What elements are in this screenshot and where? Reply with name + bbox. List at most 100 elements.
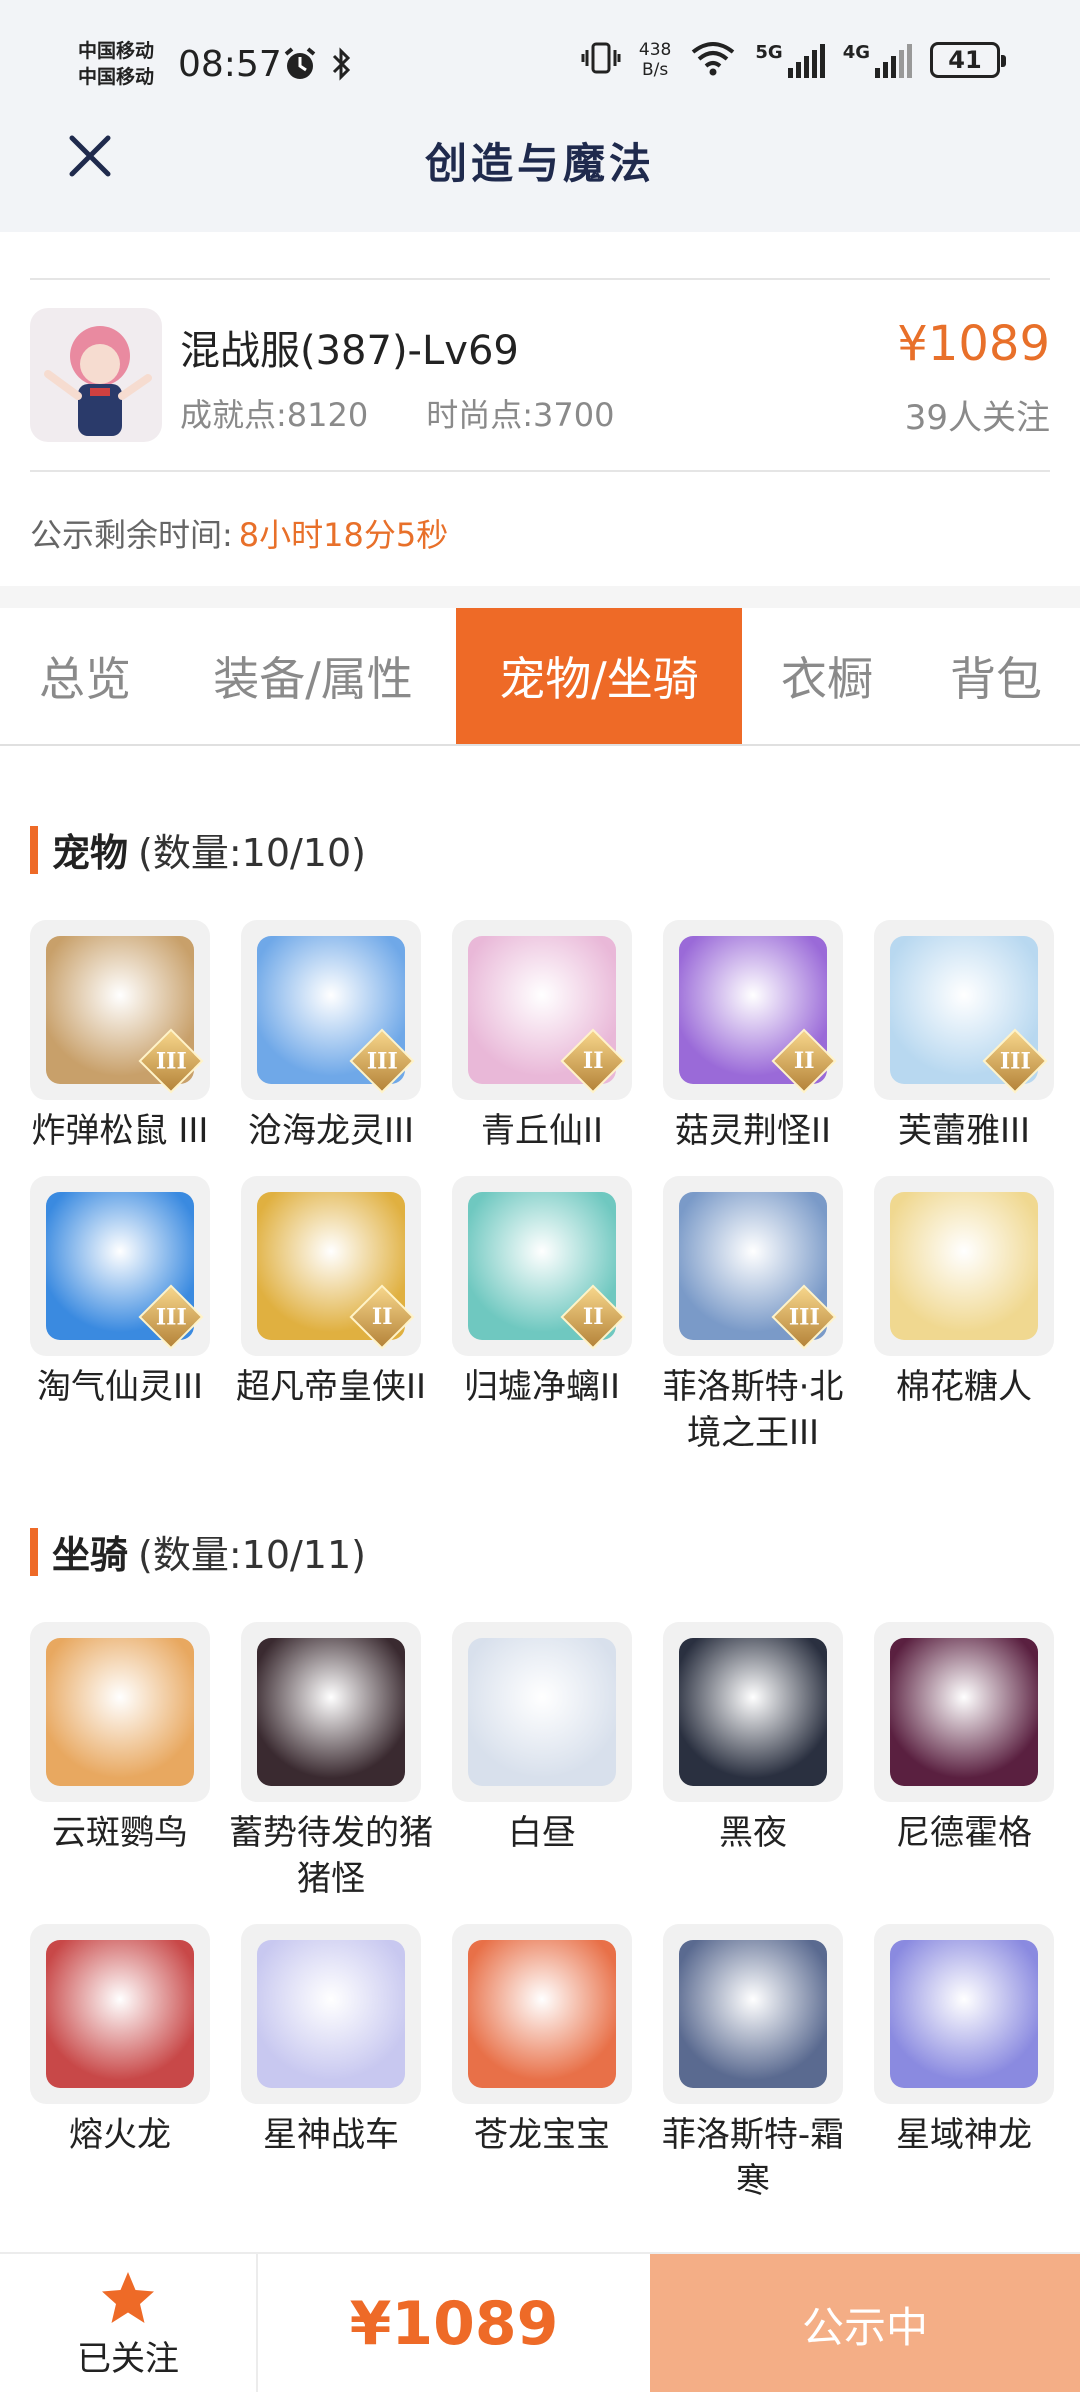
pets-thumbnail[interactable]: III <box>663 1176 843 1356</box>
pets-item[interactable]: III 沧海龙灵III <box>241 920 421 1154</box>
pets-item[interactable]: III 炸弹松鼠 III <box>30 920 210 1154</box>
page-title: 创造与魔法 <box>424 139 655 188</box>
tab-overview[interactable]: 总览 <box>0 608 170 744</box>
battery-indicator: 41 <box>930 42 1006 78</box>
pets-image <box>890 1192 1038 1340</box>
mounts-item[interactable]: 蓄势待发的猪猪怪 <box>229 1622 433 1902</box>
pets-thumbnail[interactable]: II <box>452 1176 632 1356</box>
mounts-thumbnail[interactable] <box>30 1924 210 2104</box>
tier-badge-label: II <box>793 1048 815 1074</box>
pets-thumbnail[interactable]: II <box>241 1176 421 1356</box>
mounts-item[interactable]: 菲洛斯特-霜寒 <box>662 1924 844 2204</box>
mounts-grid: 云斑鹦鸟 蓄势待发的猪猪怪 白昼 黑夜 尼德霍格熔火龙 星神战车 苍龙宝宝 菲洛斯特-霜寒 星域… <box>30 1622 1054 2204</box>
tab-backpack[interactable]: 背包 <box>912 608 1080 744</box>
pets-item[interactable]: III 芙蕾雅III <box>874 920 1054 1154</box>
mounts-thumbnail[interactable] <box>452 1622 632 1802</box>
mounts-thumbnail[interactable] <box>663 1924 843 2104</box>
mounts-item[interactable]: 云斑鹦鸟 <box>30 1622 210 1902</box>
pets-thumbnail[interactable]: II <box>452 920 632 1100</box>
pets-name: 菲洛斯特·北境之王III <box>662 1367 844 1453</box>
mounts-name: 熔火龙 <box>69 2115 171 2155</box>
publicity-status-button[interactable]: 公示中 <box>650 2254 1080 2392</box>
mounts-thumbnail[interactable] <box>874 1924 1054 2104</box>
mounts-item[interactable]: 星神战车 <box>241 1924 421 2204</box>
pets-name: 炸弹松鼠 III <box>31 1111 209 1151</box>
pets-thumbnail[interactable]: III <box>874 920 1054 1100</box>
tier-badge-label: II <box>582 1048 604 1074</box>
mounts-thumbnail[interactable] <box>30 1622 210 1802</box>
mounts-name: 尼德霍格 <box>896 1813 1032 1853</box>
mounts-image <box>890 1638 1038 1786</box>
mounts-image <box>468 1638 616 1786</box>
mounts-count: (数量:10/11) <box>138 1533 366 1577</box>
net-speed-unit: B/s <box>642 60 669 80</box>
pets-name: 沧海龙灵III <box>247 1111 415 1151</box>
account-title: 混战服(387)-Lv69 <box>180 328 519 374</box>
pets-item[interactable]: II 超凡帝皇侠II <box>236 1176 426 1456</box>
account-avatar[interactable] <box>30 308 162 442</box>
pets-count: (数量:10/10) <box>138 831 366 875</box>
mounts-image <box>257 1638 405 1786</box>
pets-name: 棉花糖人 <box>896 1367 1032 1407</box>
countdown-value: 8小时18分5秒 <box>238 516 449 554</box>
alarm-icon <box>282 46 318 90</box>
pets-item[interactable]: 棉花糖人 <box>874 1176 1054 1456</box>
bottom-price: ¥1089 <box>349 2289 559 2359</box>
pets-grid: III 炸弹松鼠 III III 沧海龙灵III II 青丘仙II II 菇灵荆怪II III 芙… <box>30 920 1054 1456</box>
tab-wardrobe[interactable]: 衣橱 <box>742 608 912 744</box>
pets-name: 淘气仙灵III <box>36 1367 204 1407</box>
pets-thumbnail[interactable] <box>874 1176 1054 1356</box>
mounts-thumbnail[interactable] <box>452 1924 632 2104</box>
follow-button[interactable]: 已关注 <box>0 2254 258 2392</box>
pets-item[interactable]: II 菇灵荆怪II <box>663 920 843 1154</box>
mounts-name: 星域神龙 <box>896 2115 1032 2155</box>
battery-level: 41 <box>948 46 982 74</box>
mounts-name: 星神战车 <box>263 2115 399 2155</box>
follower-count: 39人关注 <box>904 398 1050 438</box>
tier-badge-label: III <box>788 1304 820 1330</box>
mounts-name: 白昼 <box>508 1813 576 1853</box>
pets-thumbnail[interactable]: III <box>241 920 421 1100</box>
mounts-item[interactable]: 星域神龙 <box>874 1924 1054 2204</box>
signal-4g-label: 4G <box>842 42 870 63</box>
carrier-info: 中国移动 中国移动 <box>78 38 154 90</box>
mounts-item[interactable]: 尼德霍格 <box>874 1622 1054 1902</box>
mounts-thumbnail[interactable] <box>663 1622 843 1802</box>
mounts-thumbnail[interactable] <box>874 1622 1054 1802</box>
countdown-label: 公示剩余时间: <box>30 516 233 554</box>
mounts-item[interactable]: 苍龙宝宝 <box>452 1924 632 2204</box>
net-speed: 438 B/s <box>639 40 671 80</box>
mounts-thumbnail[interactable] <box>241 1622 421 1802</box>
section-accent-bar <box>30 825 38 874</box>
mounts-item[interactable]: 熔火龙 <box>30 1924 210 2204</box>
tab-equipment[interactable]: 装备/属性 <box>170 608 456 744</box>
mounts-thumbnail[interactable] <box>241 1924 421 2104</box>
pets-thumbnail[interactable]: II <box>663 920 843 1100</box>
mounts-name: 菲洛斯特-霜寒 <box>661 2115 845 2201</box>
follow-label: 已关注 <box>77 2338 179 2379</box>
pets-item[interactable]: III 淘气仙灵III <box>30 1176 210 1456</box>
mounts-image <box>46 1638 194 1786</box>
mounts-image <box>679 1638 827 1786</box>
pets-thumbnail[interactable]: III <box>30 1176 210 1356</box>
mounts-item[interactable]: 黑夜 <box>663 1622 843 1902</box>
status-icons-left <box>282 46 354 90</box>
carrier-2: 中国移动 <box>78 66 155 88</box>
tab-pets-mounts[interactable]: 宠物/坐骑 <box>456 608 742 744</box>
pets-item[interactable]: III 菲洛斯特·北境之王III <box>663 1176 843 1456</box>
tier-badge-label: II <box>582 1304 604 1330</box>
pets-thumbnail[interactable]: III <box>30 920 210 1100</box>
pets-name: 归墟净螭II <box>463 1367 621 1407</box>
mounts-image <box>257 1940 405 2088</box>
tier-badge-label: III <box>155 1304 187 1330</box>
mounts-section-header: 坐骑 (数量:10/11) <box>30 1524 366 1579</box>
status-icons-right: 438 B/s 5G 4G 41 <box>581 40 1006 80</box>
pets-item[interactable]: II 青丘仙II <box>452 920 632 1154</box>
mounts-item[interactable]: 白昼 <box>452 1622 632 1902</box>
mounts-image <box>468 1940 616 2088</box>
mounts-name: 蓄势待发的猪猪怪 <box>229 1813 433 1899</box>
pets-item[interactable]: II 归墟净螭II <box>452 1176 632 1456</box>
pets-section-header: 宠物 (数量:10/10) <box>30 822 366 877</box>
wifi-icon <box>689 40 737 80</box>
signal-5g-label: 5G <box>755 42 783 63</box>
